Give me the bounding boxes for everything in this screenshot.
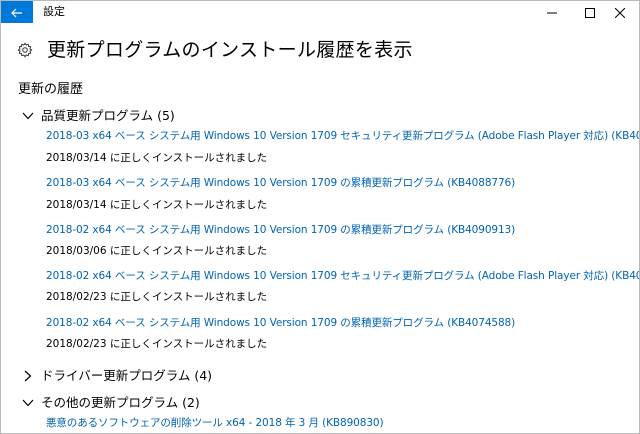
back-arrow-icon bbox=[11, 3, 23, 22]
update-status: 2018/03/14 に正しくインストールされました bbox=[46, 152, 268, 164]
update-link-kb4074595[interactable]: 2018-02 x64 ベース システム用 Windows 10 Version… bbox=[46, 269, 639, 283]
chevron-down-icon bbox=[21, 396, 35, 410]
group-driver-updates[interactable]: ドライバー更新プログラム (4) bbox=[21, 367, 212, 385]
close-button[interactable] bbox=[601, 1, 639, 23]
group-label: その他の更新プログラム (2) bbox=[41, 395, 200, 410]
update-link-kb4088785[interactable]: 2018-03 x64 ベース システム用 Windows 10 Version… bbox=[46, 129, 639, 143]
back-button[interactable] bbox=[1, 1, 33, 23]
group-quality-updates[interactable]: 品質更新プログラム (5) bbox=[21, 107, 175, 125]
gear-icon bbox=[17, 42, 33, 58]
settings-window: 設定 更新プログラムのインストール履歴を表示 更新の履歴 品質更新プログラム (… bbox=[0, 0, 640, 434]
chevron-right-icon bbox=[21, 369, 35, 383]
window-title: 設定 bbox=[43, 5, 65, 18]
update-link-kb890830[interactable]: 悪意のあるソフトウェアの削除ツール x64 - 2018 年 3 月 (KB89… bbox=[46, 416, 384, 430]
minimize-icon bbox=[547, 3, 557, 22]
maximize-icon bbox=[585, 3, 595, 22]
update-link-kb4074588[interactable]: 2018-02 x64 ベース システム用 Windows 10 Version… bbox=[46, 316, 515, 330]
close-icon bbox=[614, 3, 626, 22]
group-other-updates[interactable]: その他の更新プログラム (2) bbox=[21, 394, 200, 412]
minimize-button[interactable] bbox=[533, 1, 571, 23]
update-status: 2018/03/14 に正しくインストールされました bbox=[46, 199, 268, 211]
section-title: 更新の履歴 bbox=[18, 82, 84, 97]
page-title: 更新プログラムのインストール履歴を表示 bbox=[47, 39, 413, 61]
page-header: 更新プログラムのインストール履歴を表示 bbox=[17, 35, 413, 65]
update-link-kb4088776[interactable]: 2018-03 x64 ベース システム用 Windows 10 Version… bbox=[46, 176, 515, 190]
title-bar: 設定 bbox=[1, 1, 639, 23]
group-label: 品質更新プログラム (5) bbox=[41, 108, 175, 123]
group-label: ドライバー更新プログラム (4) bbox=[41, 368, 213, 383]
chevron-down-icon bbox=[21, 109, 35, 123]
update-link-kb4090913[interactable]: 2018-02 x64 ベース システム用 Windows 10 Version… bbox=[46, 223, 515, 237]
update-status: 2018/02/23 に正しくインストールされました bbox=[46, 338, 268, 350]
update-status: 2018/03/06 に正しくインストールされました bbox=[46, 245, 268, 257]
update-status: 2018/02/23 に正しくインストールされました bbox=[46, 291, 268, 303]
